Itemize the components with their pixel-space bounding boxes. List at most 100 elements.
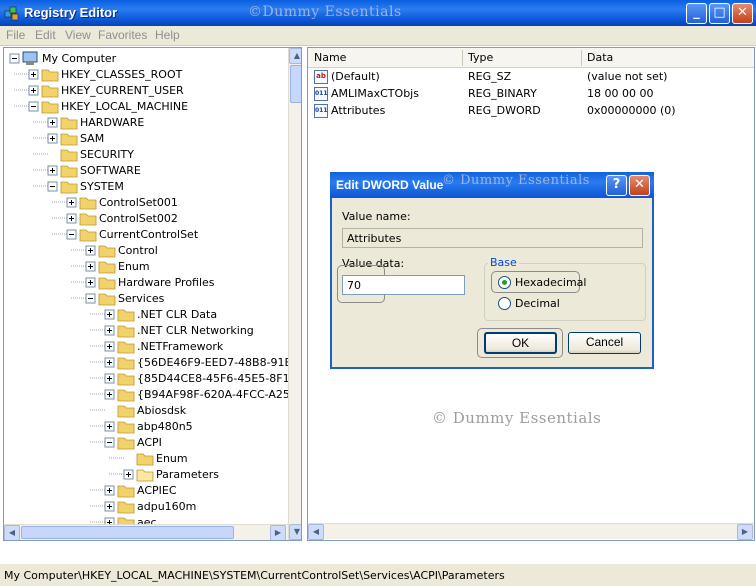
tree-item-label[interactable]: Enum [156,452,188,465]
folder-icon [60,181,78,194]
tree-item-label[interactable]: ControlSet001 [99,196,178,209]
folder-icon [117,437,135,450]
folder-icon [79,213,97,226]
base-label: Base [488,256,519,269]
tree-item-label[interactable]: abp480n5 [137,420,193,433]
watermark: ©Dummy Essentials [248,4,402,20]
watermark: © Dummy Essentials [432,409,602,427]
arrow-up-icon: ▲ [293,51,301,60]
column-header-type[interactable]: Type [468,51,493,64]
ok-button[interactable]: OK [484,332,557,354]
tree-item-label[interactable]: HKEY_CURRENT_USER [61,84,184,97]
tree-item-label[interactable]: Hardware Profiles [118,276,215,289]
value-name: Attributes [331,104,386,117]
arrow-right-icon: ▶ [741,527,749,536]
decimal-radio[interactable] [498,297,511,310]
tree-vertical-scrollbar[interactable]: ▲ ▼ [288,48,301,540]
minimize-button[interactable]: _ [686,3,707,24]
tree-hscroll-thumb[interactable] [21,526,234,539]
tree-item-label[interactable]: ControlSet002 [99,212,178,225]
decimal-label[interactable]: Decimal [515,297,560,310]
tree-item-label[interactable]: My Computer [42,52,117,65]
tree-item-label[interactable]: Services [118,292,165,305]
arrow-right-icon: ▶ [274,528,282,537]
scroll-left-button[interactable]: ◀ [4,525,20,540]
tree-item-label[interactable]: CurrentControlSet [99,228,199,241]
dialog-title-bar: Edit DWORD Value © Dummy Essentials ? ✕ [330,172,654,198]
tree-item-label[interactable]: .NETFramework [137,340,224,353]
tree-item-label[interactable]: aec [137,516,157,524]
column-separator[interactable] [462,50,463,66]
folder-icon [117,357,135,370]
menu-favorites[interactable]: Favorites [98,28,147,42]
tree-item-label[interactable]: Abiosdsk [137,404,187,417]
tree-item-label[interactable]: HKEY_LOCAL_MACHINE [61,100,188,113]
value-type: REG_BINARY [468,87,537,100]
close-button[interactable]: ✕ [732,3,753,24]
tree-item-label[interactable]: {B94AF98F-620A-4FCC-A254- [137,388,288,401]
folder-icon [98,293,116,306]
value-data: (value not set) [587,70,668,83]
tree-item-label[interactable]: .NET CLR Networking [137,324,254,337]
tree-item-label[interactable]: HARDWARE [80,116,144,129]
list-horizontal-scrollbar[interactable]: ◀ ▶ [308,523,754,540]
scroll-right-button[interactable]: ▶ [737,524,753,540]
cancel-button[interactable]: Cancel [568,332,641,354]
menu-edit[interactable]: Edit [35,28,56,42]
menu-file[interactable]: File [6,28,25,42]
folder-icon [117,405,135,418]
tree-item-label[interactable]: SAM [80,132,104,145]
scroll-up-button[interactable]: ▲ [289,48,301,64]
help-icon: ? [612,177,621,192]
tree-scroll-thumb[interactable] [290,65,301,103]
tree-item-label[interactable]: HKEY_CLASSES_ROOT [61,68,183,81]
help-button[interactable]: ? [606,175,627,196]
tree-item-label[interactable]: ACPIEC [137,484,177,497]
value-data: 0x00000000 (0) [587,104,676,117]
scroll-down-button[interactable]: ▼ [289,524,301,540]
hexadecimal-radio[interactable] [498,276,511,289]
registry-tree: My Computer HKEY_CLASSES_ROOT HKEY_CURRENT… [3,47,302,541]
scroll-right-button[interactable]: ▶ [270,525,286,540]
folder-icon [117,485,135,498]
tree-canvas: My Computer HKEY_CLASSES_ROOT HKEY_CURRENT… [9,51,288,524]
hexadecimal-label[interactable]: Hexadecimal [515,276,586,289]
maximize-icon: □ [713,5,726,20]
string-value-icon: ab [314,70,328,84]
column-header-data[interactable]: Data [587,51,613,64]
maximize-button[interactable]: □ [709,3,730,24]
value-row[interactable]: 011 AMLIMaxCTObjs REG_BINARY 18 00 00 00 [308,86,748,103]
tree-item-label[interactable]: {56DE46F9-EED7-48B8-91BF- [137,356,288,369]
tree-item-label[interactable]: Parameters [156,468,219,481]
tree-horizontal-scrollbar[interactable]: ◀ ▶ [4,524,288,540]
dialog-close-button[interactable]: ✕ [629,175,650,196]
tree-item-label[interactable]: SYSTEM [80,180,124,193]
tree-item-label[interactable]: SOFTWARE [80,164,141,177]
tree-item-label[interactable]: .NET CLR Data [137,308,217,321]
tree-item-label[interactable]: Control [118,244,158,257]
column-header-name[interactable]: Name [314,51,346,64]
registry-editor-icon [4,6,19,21]
folder-icon [60,133,78,146]
value-row[interactable]: ab (Default) REG_SZ (value not set) [308,69,748,86]
folder-icon [79,229,97,242]
arrow-down-icon: ▼ [293,527,301,536]
value-type: REG_SZ [468,70,512,83]
folder-icon [60,149,78,162]
value-row[interactable]: 011 Attributes REG_DWORD 0x00000000 (0) [308,103,748,120]
folder-icon [98,245,116,258]
tree-item-label[interactable]: {85D44CE8-45F6-45E5-8F11- [137,372,288,385]
folder-icon [60,117,78,130]
folder-icon [41,69,59,82]
column-separator[interactable] [581,50,582,66]
list-header: Name Type Data [308,48,754,68]
scroll-left-button[interactable]: ◀ [308,524,324,540]
tree-item-label[interactable]: ACPI [137,436,162,449]
value-data-input[interactable]: 70 [342,275,465,295]
tree-item-label[interactable]: adpu160m [137,500,196,513]
status-path: My Computer\HKEY_LOCAL_MACHINE\SYSTEM\Cu… [4,569,505,582]
menu-view[interactable]: View [65,28,91,42]
tree-item-label[interactable]: SECURITY [80,148,134,161]
menu-help[interactable]: Help [155,28,180,42]
tree-item-label[interactable]: Enum [118,260,150,273]
